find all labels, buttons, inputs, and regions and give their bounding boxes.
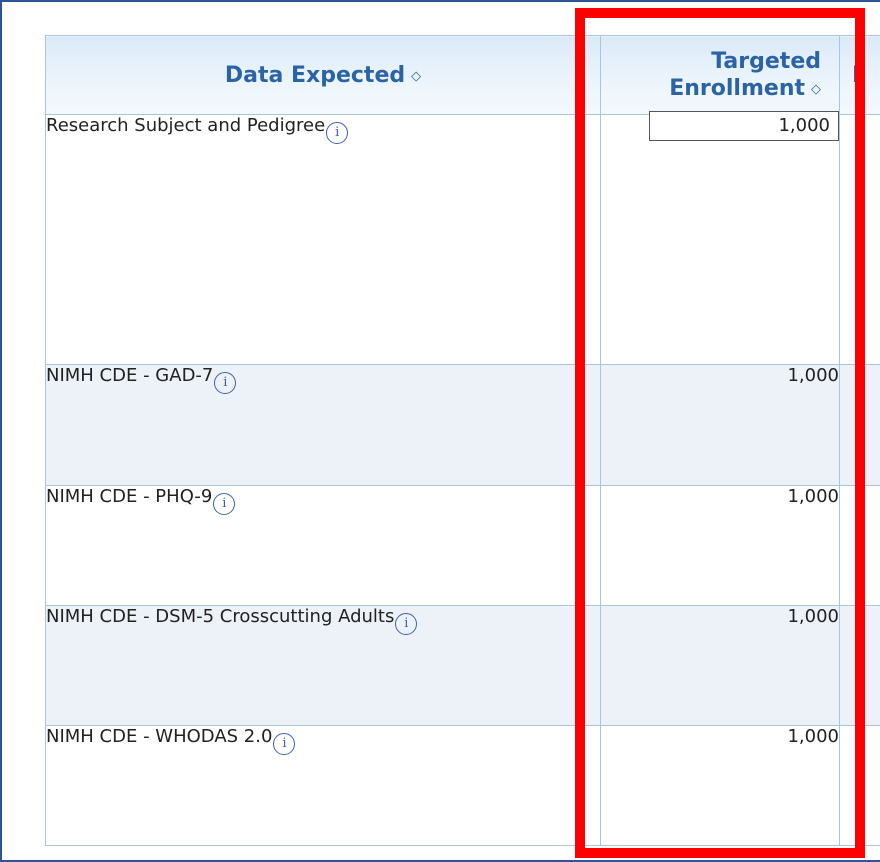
next-column-cell [839, 114, 880, 365]
table-row: NIMH CDE - PHQ-9 i 1,000 [45, 485, 880, 606]
data-expected-name: NIMH CDE - GAD-7 [46, 365, 214, 386]
info-icon[interactable]: i [273, 733, 296, 755]
targeted-enrollment-cell [600, 110, 840, 365]
data-expected-name: NIMH CDE - WHODAS 2.0 [46, 726, 273, 747]
targeted-enrollment-cell: 1,000 [600, 605, 840, 726]
column-header-label-line1: Targeted [711, 49, 821, 74]
data-expected-cell: NIMH CDE - WHODAS 2.0 i [45, 725, 601, 846]
table-row: NIMH CDE - DSM-5 Crosscutting Adults i 1,… [45, 605, 880, 726]
targeted-enrollment-cell: 1,000 [600, 364, 840, 486]
column-header-next[interactable]: I [839, 35, 880, 115]
table-row: Research Subject and Pedigree i [45, 110, 880, 365]
column-header-targeted-enrollment[interactable]: Targeted Enrollment ◇ [600, 35, 840, 115]
sort-icon[interactable]: ◇ [411, 70, 421, 83]
table-header-row: Data Expected ◇ Targeted Enrollment ◇ I [45, 35, 880, 115]
info-icon[interactable]: i [213, 493, 236, 515]
targeted-enrollment-cell: 1,000 [600, 725, 840, 846]
next-column-cell [839, 725, 880, 846]
data-expected-name: NIMH CDE - DSM-5 Crosscutting Adults [46, 606, 395, 627]
targeted-enrollment-value: 1,000 [787, 365, 839, 386]
info-icon[interactable]: i [326, 122, 349, 144]
column-header-label: I [852, 62, 861, 88]
table-row: NIMH CDE - WHODAS 2.0 i 1,000 [45, 725, 880, 846]
data-expected-name: Research Subject and Pedigree [46, 115, 326, 136]
info-icon[interactable]: i [395, 613, 418, 635]
next-column-cell [839, 364, 880, 486]
next-column-cell [839, 485, 880, 606]
info-icon[interactable]: i [214, 372, 237, 394]
data-expected-cell: NIMH CDE - DSM-5 Crosscutting Adults i [45, 605, 601, 726]
column-header-data-expected[interactable]: Data Expected ◇ [45, 35, 601, 115]
data-expected-cell: Research Subject and Pedigree i [45, 114, 601, 365]
targeted-enrollment-value: 1,000 [787, 606, 839, 627]
sort-icon[interactable]: ◇ [811, 83, 821, 96]
targeted-enrollment-value: 1,000 [787, 726, 839, 747]
data-expected-table: Data Expected ◇ Targeted Enrollment ◇ I Re… [45, 35, 880, 846]
targeted-enrollment-input[interactable] [649, 110, 839, 141]
targeted-enrollment-cell: 1,000 [600, 485, 840, 606]
targeted-enrollment-value: 1,000 [787, 486, 839, 507]
data-expected-cell: NIMH CDE - PHQ-9 i [45, 485, 601, 606]
column-header-label-line2: Enrollment [669, 76, 805, 101]
column-header-label: Data Expected [224, 62, 406, 88]
data-expected-name: NIMH CDE - PHQ-9 [46, 486, 213, 507]
data-expected-cell: NIMH CDE - GAD-7 i [45, 364, 601, 486]
table-row: NIMH CDE - GAD-7 i 1,000 [45, 364, 880, 486]
next-column-cell [839, 605, 880, 726]
